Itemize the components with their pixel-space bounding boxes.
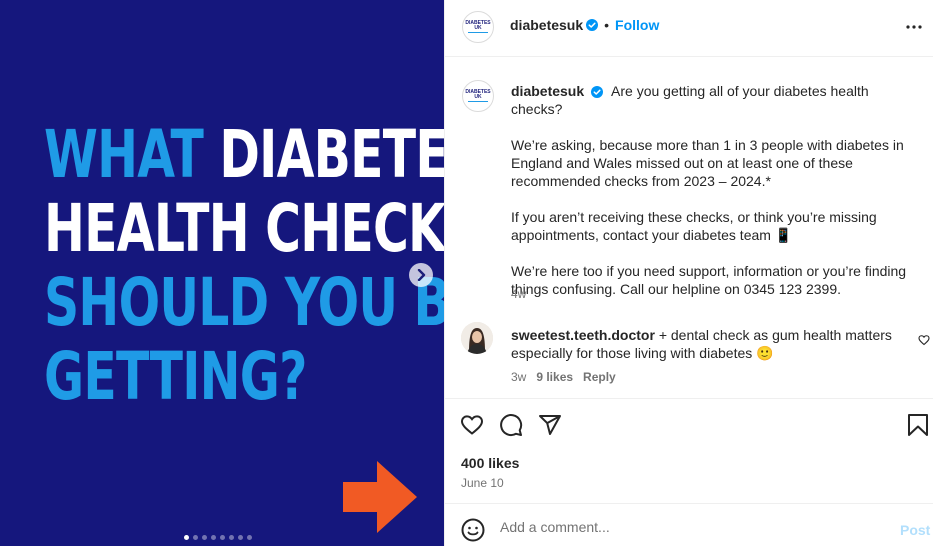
chevron-right-icon	[417, 269, 426, 281]
headline-line: WHAT DIABETES	[44, 116, 444, 193]
share-icon[interactable]	[538, 413, 562, 437]
comment-timestamp[interactable]: 3w	[511, 370, 526, 384]
comment-composer: Post	[444, 503, 933, 546]
carousel-indicator	[184, 535, 252, 540]
diabetes-uk-logo: DIABETES UK	[465, 20, 491, 33]
caption-paragraph: If you aren’t receiving these checks, or…	[511, 209, 877, 243]
commenter-username[interactable]: sweetest.teeth.doctor	[511, 327, 655, 343]
caption-paragraph: We’re asking, because more than 1 in 3 p…	[511, 137, 904, 189]
heart-icon[interactable]	[460, 413, 484, 437]
caption-username[interactable]: diabetesuk	[511, 83, 584, 99]
post-header: DIABETES UK diabetesuk • Follow	[445, 0, 933, 57]
carousel-dot	[247, 535, 252, 540]
avatar[interactable]: DIABETES UK	[462, 11, 494, 43]
likes-count[interactable]: 400 likes	[461, 455, 519, 471]
headline: WHAT DIABETESHEALTH CHECKSSHOULD YOU BEG…	[44, 116, 444, 414]
carousel-dot	[211, 535, 216, 540]
comment-meta: 3w 9 likes Reply	[511, 370, 616, 384]
carousel-dot	[229, 535, 234, 540]
comment-icon[interactable]	[499, 413, 523, 437]
follow-button[interactable]: Follow	[615, 17, 659, 33]
carousel-dot	[193, 535, 198, 540]
comment-likes[interactable]: 9 likes	[536, 370, 573, 384]
headline-word: HEALTH CHECKS	[44, 190, 444, 267]
comment-heart-icon[interactable]	[918, 334, 930, 346]
caption-timestamp[interactable]: 4w	[511, 287, 526, 301]
post-comment-button[interactable]: Post	[900, 522, 930, 538]
carousel-dot	[202, 535, 207, 540]
comment-input[interactable]	[500, 516, 880, 538]
headline-word: SHOULD YOU BE	[44, 264, 444, 341]
headline-word: DIABETES	[219, 116, 444, 193]
headline-word: WHAT	[44, 116, 220, 193]
post-actions	[460, 413, 562, 437]
post-date[interactable]: June 10	[461, 476, 504, 490]
diabetes-uk-logo: DIABETES UK	[465, 89, 491, 102]
profile-photo-icon	[461, 322, 493, 354]
headline-line: GETTING?	[44, 340, 325, 414]
headline-word: GETTING?	[44, 338, 307, 415]
carousel-dot	[184, 535, 189, 540]
headline-line: HEALTH CHECKS	[44, 192, 444, 266]
verified-badge-icon	[586, 19, 599, 31]
comment-body: sweetest.teeth.doctor + dental check as …	[511, 326, 901, 362]
headline-line: SHOULD YOU BE	[44, 266, 444, 340]
post-media: WHAT DIABETESHEALTH CHECKSSHOULD YOU BEG…	[0, 0, 444, 546]
commenter-avatar[interactable]	[461, 322, 493, 354]
next-slide-button[interactable]	[409, 263, 433, 287]
emoji-icon[interactable]	[461, 518, 485, 542]
carousel-dot	[220, 535, 225, 540]
reply-button[interactable]: Reply	[583, 370, 616, 384]
separator-dot: •	[604, 17, 610, 33]
bookmark-icon[interactable]	[907, 413, 929, 437]
verified-badge-icon	[591, 86, 604, 98]
caption-paragraph: We’re here too if you need support, info…	[511, 263, 907, 297]
arrow-graphic-icon	[343, 461, 417, 533]
more-options-icon[interactable]	[905, 18, 923, 36]
post-caption: diabetesuk Are you getting all of your d…	[511, 82, 921, 316]
caption-avatar[interactable]: DIABETES UK	[462, 80, 494, 112]
carousel-dot	[238, 535, 243, 540]
author-username[interactable]: diabetesuk	[510, 17, 583, 33]
